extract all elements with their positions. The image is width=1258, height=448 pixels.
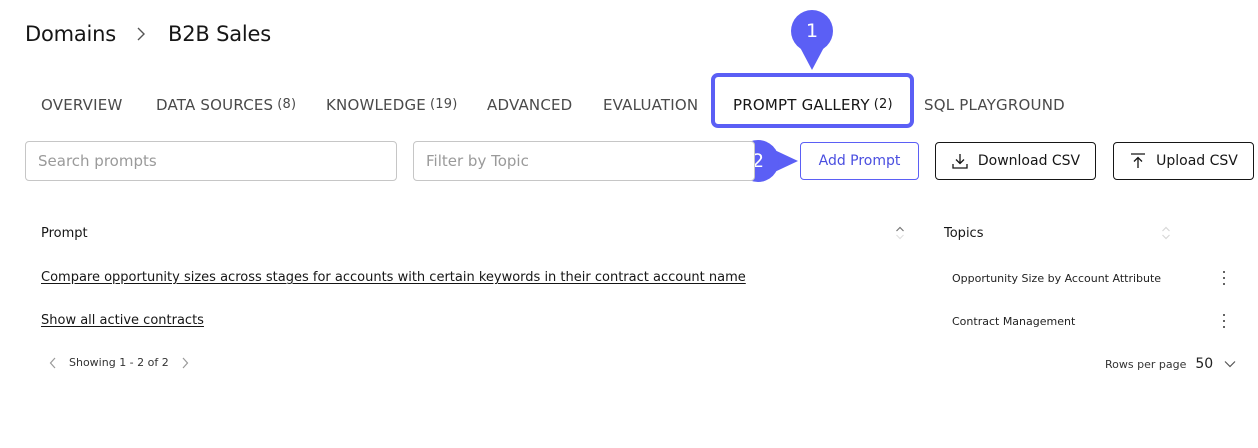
rows-per-page-value[interactable]: 50 [1195,356,1213,372]
tab-evaluation[interactable]: EVALUATION [603,96,698,114]
breadcrumb-current: B2B Sales [168,22,271,46]
tab-data-sources[interactable]: DATA SOURCES (8) [156,96,296,114]
download-icon [951,152,969,170]
add-prompt-button[interactable]: Add Prompt [800,142,919,180]
sort-icon[interactable] [894,225,906,245]
pagination-status: Showing 1 - 2 of 2 [69,356,169,369]
topic-cell: Contract Management [952,315,1076,328]
prompt-link[interactable]: Show all active contracts [41,313,204,328]
sort-icon[interactable] [1160,225,1172,245]
tab-label: ADVANCED [487,96,573,114]
tab-bar: OVERVIEW DATA SOURCES (8) KNOWLEDGE (19) A… [0,88,1258,122]
chevron-right-icon[interactable] [181,357,189,369]
search-prompts-input[interactable] [25,141,397,181]
rows-per-page: Rows per page 50 [1105,356,1236,372]
active-tab-highlight [711,73,914,128]
tab-count: (8) [277,97,297,112]
kebab-menu-icon[interactable] [1219,271,1229,285]
upload-csv-button[interactable]: Upload CSV [1113,142,1254,180]
tab-advanced[interactable]: ADVANCED [487,96,572,114]
chevron-left-icon[interactable] [49,357,57,369]
tab-overview[interactable]: OVERVIEW [41,96,122,114]
filter-topic-input[interactable] [413,141,755,181]
column-header-topics[interactable]: Topics [944,226,983,241]
tab-label: DATA SOURCES [156,96,274,114]
topic-cell: Opportunity Size by Account Attribute [952,272,1162,285]
tab-sql-playground[interactable]: SQL PLAYGROUND [924,96,1065,114]
add-prompt-label: Add Prompt [818,153,901,169]
download-csv-button[interactable]: Download CSV [935,142,1096,180]
breadcrumb-root[interactable]: Domains [25,22,116,46]
rows-per-page-label: Rows per page [1105,357,1187,371]
pagination: Showing 1 - 2 of 2 [49,356,189,369]
tab-label: EVALUATION [603,96,699,114]
upload-csv-label: Upload CSV [1156,153,1238,169]
upload-icon [1129,152,1147,170]
tab-knowledge[interactable]: KNOWLEDGE (19) [326,96,457,114]
download-csv-label: Download CSV [977,153,1081,169]
chevron-down-icon[interactable] [1224,360,1236,368]
tab-label: KNOWLEDGE [326,96,426,114]
tab-count: (19) [429,97,458,112]
prompt-link[interactable]: Compare opportunity sizes across stages … [41,270,746,285]
tab-label: OVERVIEW [41,96,123,114]
chevron-right-icon [136,26,146,42]
tab-label: SQL PLAYGROUND [924,96,1065,114]
kebab-menu-icon[interactable] [1219,314,1229,328]
column-header-prompt[interactable]: Prompt [41,226,88,241]
callout-marker-1: 1 [791,10,833,52]
breadcrumb: Domains B2B Sales [25,22,271,46]
